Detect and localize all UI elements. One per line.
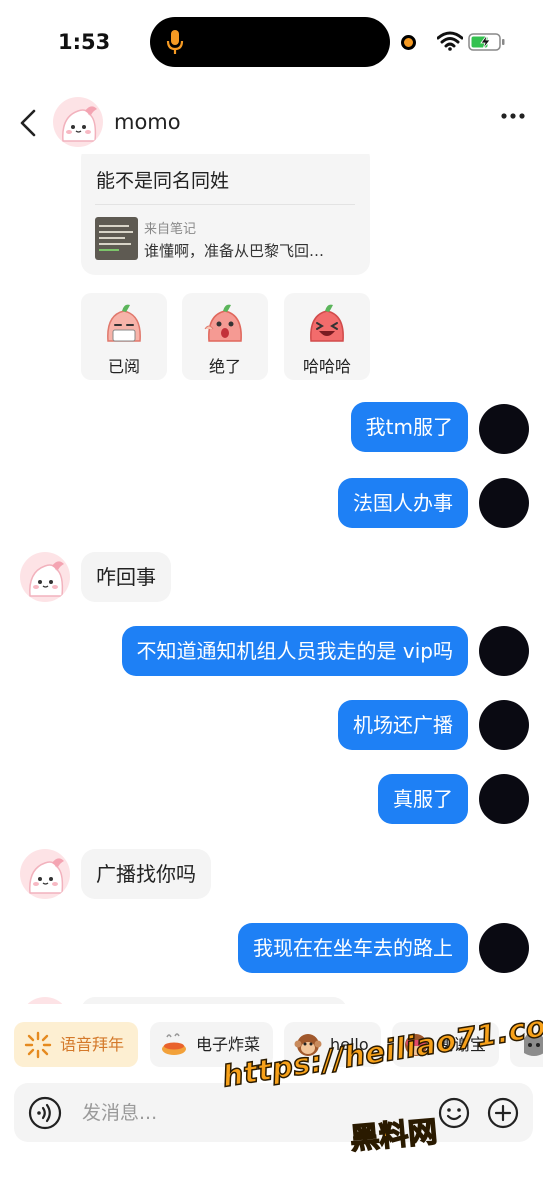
reading-peach-sticker-icon bbox=[107, 304, 141, 342]
my-avatar[interactable] bbox=[479, 626, 529, 676]
microphone-icon bbox=[166, 30, 184, 54]
outgoing-message-bubble[interactable]: 我现在在坐车去的路上 bbox=[238, 923, 468, 973]
incoming-message-bubble[interactable]: 广播找你吗 bbox=[81, 849, 211, 899]
contact-avatar[interactable] bbox=[20, 552, 70, 602]
sticker-reply-button[interactable]: 绝了 bbox=[182, 293, 268, 380]
dynamic-island bbox=[150, 17, 390, 67]
quick-reply-chip[interactable]: hello bbox=[284, 1022, 381, 1067]
pink-mascot-icon bbox=[29, 561, 64, 597]
quick-reply-chip[interactable]: 谢谢宝 bbox=[392, 1022, 499, 1067]
quick-reply-chip-partial[interactable] bbox=[510, 1022, 543, 1067]
my-avatar[interactable] bbox=[479, 700, 529, 750]
outgoing-message-bubble[interactable]: 机场还广播 bbox=[338, 700, 468, 750]
contact-name[interactable]: momo bbox=[114, 110, 181, 134]
sticker-reply-button[interactable]: 哈哈哈 bbox=[284, 293, 370, 380]
sparkle-icon bbox=[24, 1031, 52, 1059]
message-input[interactable] bbox=[82, 1093, 432, 1133]
pink-mascot-icon bbox=[29, 858, 64, 894]
back-arrow-icon[interactable] bbox=[16, 108, 40, 138]
quick-reply-label: 语音拜年 bbox=[60, 1035, 125, 1054]
chat-header: momo bbox=[0, 92, 543, 154]
shared-note-card[interactable]: 能不是同名同姓 来自笔记 谁懂啊，准备从巴黎飞回… bbox=[81, 154, 370, 275]
add-attachment-icon[interactable] bbox=[487, 1097, 519, 1129]
amazed-peach-sticker-icon bbox=[204, 304, 242, 342]
pink-mascot-icon bbox=[62, 106, 97, 142]
quick-reply-chip[interactable]: 语音拜年 bbox=[14, 1022, 138, 1067]
outgoing-message-bubble[interactable]: 法国人办事 bbox=[338, 478, 468, 528]
laughing-peach-sticker-icon bbox=[310, 304, 344, 342]
quick-reply-chip[interactable]: 电子炸菜 bbox=[150, 1022, 273, 1067]
monkey-icon bbox=[294, 1034, 322, 1056]
sticker-label: 哈哈哈 bbox=[302, 357, 351, 376]
my-avatar[interactable] bbox=[479, 478, 529, 528]
status-time: 1:53 bbox=[58, 30, 111, 54]
sticker-label: 绝了 bbox=[208, 357, 241, 376]
voice-input-icon[interactable] bbox=[28, 1096, 62, 1130]
more-options-icon[interactable] bbox=[500, 112, 526, 120]
wifi-icon bbox=[437, 31, 463, 51]
divider bbox=[95, 204, 355, 205]
outgoing-message-bubble[interactable]: 真服了 bbox=[378, 774, 468, 824]
recording-indicator-icon bbox=[401, 35, 416, 50]
monkey-cover-eyes-icon bbox=[405, 1034, 427, 1056]
contact-avatar[interactable] bbox=[20, 997, 70, 1004]
incoming-message-bubble[interactable]: 咋回事 bbox=[81, 552, 171, 602]
note-thumbnail-image bbox=[95, 217, 138, 260]
dish-icon bbox=[162, 1033, 186, 1055]
my-avatar[interactable] bbox=[479, 404, 529, 454]
quick-reply-label: hello bbox=[330, 1035, 369, 1054]
status-bar: 1:53 bbox=[0, 0, 543, 86]
message-list[interactable]: 能不是同名同姓 来自笔记 谁懂啊，准备从巴黎飞回… 已阅 绝了 哈哈哈 我tm服… bbox=[0, 154, 543, 1004]
sticker-label: 已阅 bbox=[107, 357, 140, 376]
shared-note-message: 能不是同名同姓 bbox=[96, 170, 230, 192]
quick-reply-label: 电子炸菜 bbox=[196, 1035, 261, 1054]
outgoing-message-bubble[interactable]: 我tm服了 bbox=[350, 402, 468, 452]
sticker-reply-button[interactable]: 已阅 bbox=[81, 293, 167, 380]
contact-avatar[interactable] bbox=[20, 849, 70, 899]
battery-charging-icon bbox=[468, 33, 505, 51]
emoji-icon[interactable] bbox=[438, 1097, 470, 1129]
note-snippet: 谁懂啊，准备从巴黎飞回… bbox=[144, 242, 325, 260]
my-avatar[interactable] bbox=[479, 774, 529, 824]
my-avatar[interactable] bbox=[479, 923, 529, 973]
incoming-message-bubble[interactable] bbox=[81, 997, 347, 1004]
cat-icon bbox=[524, 1033, 543, 1056]
quick-reply-label: 谢谢宝 bbox=[438, 1035, 487, 1054]
quick-reply-bar: 语音拜年 电子炸菜 hello 谢谢宝 bbox=[0, 1022, 543, 1068]
message-input-bar bbox=[14, 1083, 533, 1142]
contact-avatar[interactable] bbox=[53, 97, 103, 147]
outgoing-message-bubble[interactable]: 不知道通知机组人员我走的是 vip吗 bbox=[121, 626, 468, 676]
note-source-label: 来自笔记 bbox=[144, 222, 197, 237]
